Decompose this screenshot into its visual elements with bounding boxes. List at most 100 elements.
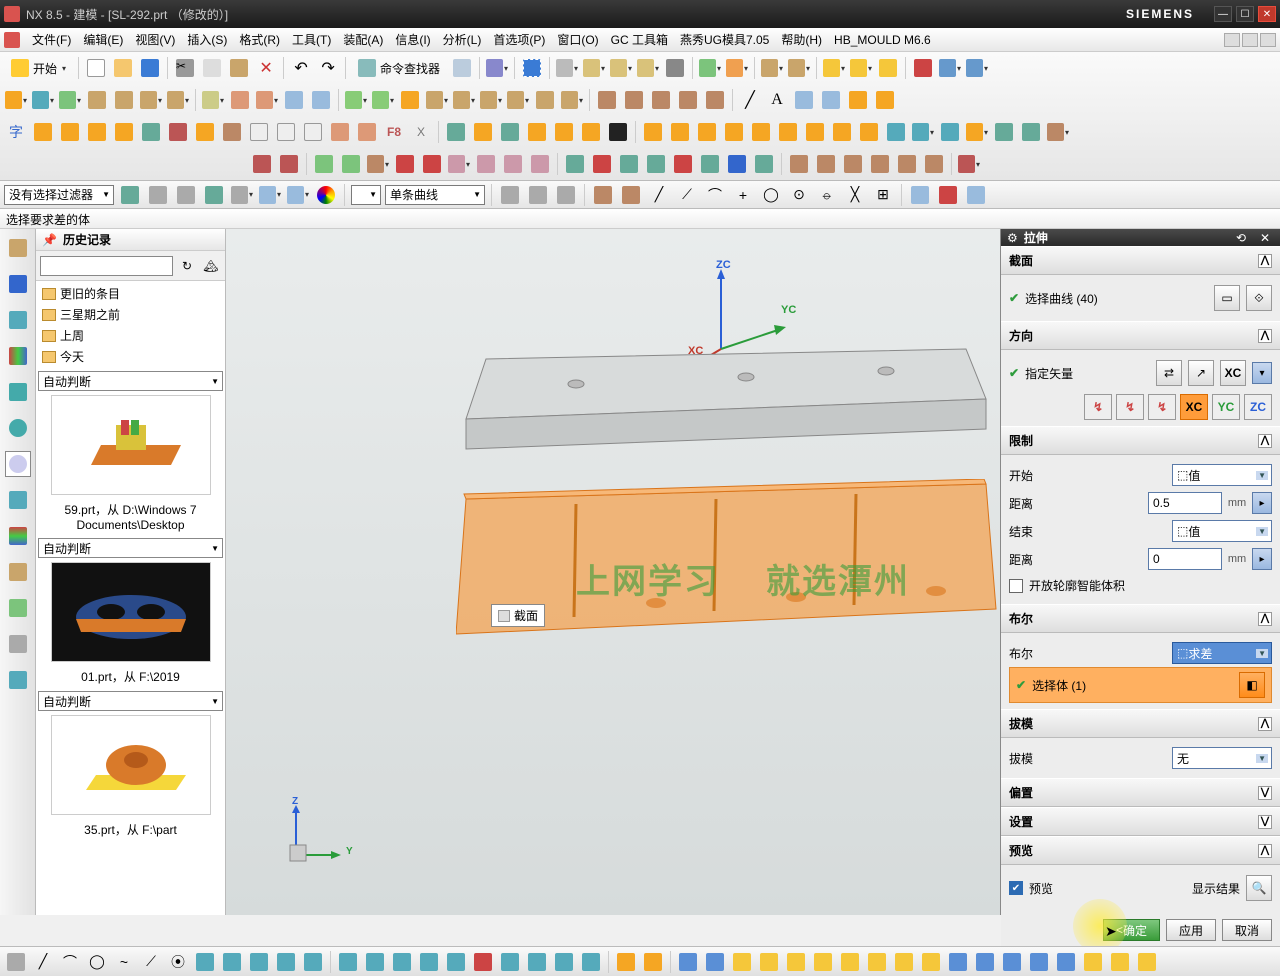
menu-analysis[interactable]: 分析(L) [437,28,488,51]
tool-b19[interactable]: ▾ [506,88,530,112]
tool-c21[interactable] [606,120,630,144]
bt-19[interactable] [498,950,522,974]
mdi-close[interactable] [1260,33,1276,47]
cut-icon[interactable]: ✂ [173,56,197,80]
bt-18[interactable] [471,950,495,974]
dialog-close-icon[interactable]: ✕ [1256,230,1274,246]
snap-5[interactable]: ⌒ [703,183,727,207]
strip-layer-icon[interactable] [5,559,31,585]
pin-icon[interactable]: 📌 [42,233,57,247]
line-icon[interactable]: ╱ [738,88,762,112]
undo-icon[interactable]: ↶ [289,56,313,80]
strip-roles-icon[interactable] [5,487,31,513]
bt-8[interactable] [193,950,217,974]
boolean-header[interactable]: 布尔⋀ [1001,604,1280,633]
filter-tool-7[interactable]: ▾ [286,183,310,207]
tool-c32[interactable]: ▾ [911,120,935,144]
tool-c28[interactable] [803,120,827,144]
tool-b12[interactable] [309,88,333,112]
tool-a2[interactable]: ▾ [485,56,509,80]
tool-b2[interactable]: ▾ [31,88,55,112]
tool-c34[interactable]: ▾ [965,120,989,144]
bt-35[interactable] [946,950,970,974]
tool-d18[interactable] [725,152,749,176]
thumb-1[interactable] [51,395,211,495]
tool-d8[interactable]: ▾ [447,152,471,176]
tool-b15[interactable] [398,88,422,112]
tree-last-week[interactable]: 上周 [38,325,223,346]
tool-f8[interactable]: F8 [382,120,406,144]
tool-a12[interactable]: ▾ [787,56,811,80]
bt-6[interactable]: ⟋ [139,950,163,974]
tool-b27[interactable] [792,88,816,112]
filter-tool-10[interactable] [554,183,578,207]
history-search-combo[interactable] [40,256,173,276]
new-file-icon[interactable] [84,56,108,80]
draft-select[interactable]: 无 [1172,747,1272,769]
filter-combo-2[interactable] [351,185,381,205]
bt-41[interactable] [1108,950,1132,974]
tool-b8[interactable]: ▾ [201,88,225,112]
bt-25[interactable] [676,950,700,974]
end-distance-input[interactable]: 0 [1148,548,1222,570]
ok-button[interactable]: < 确定 [1103,919,1160,941]
tool-b10[interactable]: ▾ [255,88,279,112]
strip-assembly-icon[interactable] [5,271,31,297]
strip-bottom2-icon[interactable] [5,667,31,693]
vector-dialog-icon[interactable]: ↗ [1188,360,1214,386]
bt-10[interactable] [247,950,271,974]
tool-a11[interactable]: ▾ [760,56,784,80]
menu-prefs[interactable]: 首选项(P) [487,28,551,51]
snap-13[interactable] [936,183,960,207]
tool-d22[interactable] [841,152,865,176]
strip-bottom1-icon[interactable] [5,631,31,657]
preview-header[interactable]: 预览⋀ [1001,836,1280,865]
tool-b5[interactable] [112,88,136,112]
menu-assy[interactable]: 装配(A) [337,28,389,51]
menu-hb[interactable]: HB_MOULD M6.6 [828,30,937,50]
tool-c9[interactable] [220,120,244,144]
open-file-icon[interactable] [111,56,135,80]
tool-a16[interactable] [911,56,935,80]
bt-4[interactable]: ◯ [85,950,109,974]
bt-21[interactable] [552,950,576,974]
tool-c27[interactable] [776,120,800,144]
tool-c26[interactable] [749,120,773,144]
bt-42[interactable] [1135,950,1159,974]
snap-8[interactable]: ⊙ [787,183,811,207]
tool-b25[interactable] [676,88,700,112]
tool-a13[interactable]: ▾ [822,56,846,80]
tool-d6[interactable] [393,152,417,176]
tool-b26[interactable] [703,88,727,112]
tool-a8[interactable] [663,56,687,80]
snap-14[interactable] [964,183,988,207]
menu-edit[interactable]: 编辑(E) [77,28,129,51]
filter-tool-1[interactable] [118,183,142,207]
start-distance-stepper[interactable]: ▸ [1252,492,1272,514]
axis-xc-button[interactable]: XC [1180,394,1208,420]
tool-b22[interactable] [595,88,619,112]
snap-4[interactable]: ⟋ [675,183,699,207]
tool-c24[interactable] [695,120,719,144]
tool-d4[interactable] [339,152,363,176]
tool-c18[interactable] [525,120,549,144]
menu-help[interactable]: 帮助(H) [775,28,828,51]
axis-yc-button[interactable]: YC [1212,394,1240,420]
tool-a18[interactable]: ▾ [965,56,989,80]
filter-tool-8[interactable] [498,183,522,207]
tool-d23[interactable] [868,152,892,176]
tool-d26[interactable]: ▾ [957,152,981,176]
strip-user-icon[interactable] [5,595,31,621]
menu-format[interactable]: 格式(R) [233,28,286,51]
tool-b9[interactable] [228,88,252,112]
boolean-select[interactable]: ⬚ 求差 [1172,642,1272,664]
thumb-3[interactable] [51,715,211,815]
dialog-undo-icon[interactable]: ⟲ [1232,230,1250,246]
tool-b6[interactable]: ▾ [139,88,163,112]
curve-type-combo[interactable]: 单条曲线 [385,185,485,205]
tool-c2[interactable] [31,120,55,144]
tool-d17[interactable] [698,152,722,176]
tool-c19[interactable] [552,120,576,144]
curve-rule-icon[interactable]: ⟐ [1246,285,1272,311]
bt-34[interactable] [919,950,943,974]
